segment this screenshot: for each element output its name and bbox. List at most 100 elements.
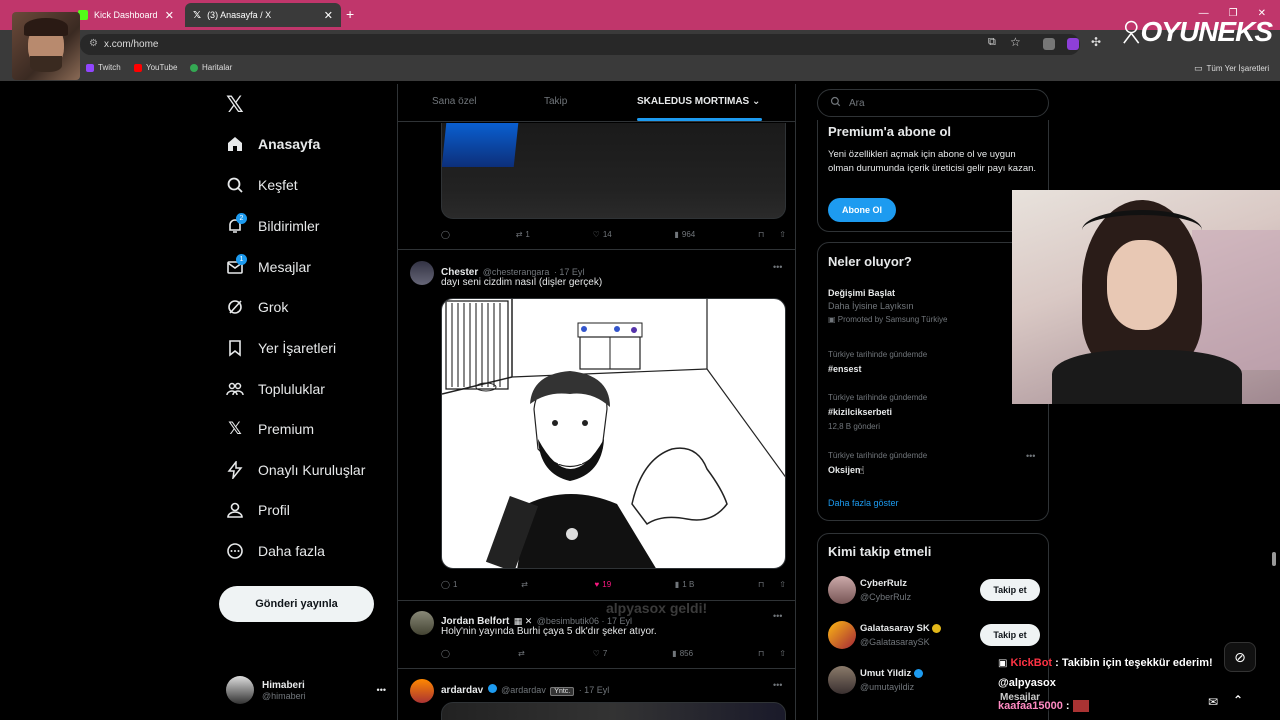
share-icon[interactable]: ⇧ [779, 649, 786, 658]
premium-title: Premium'a abone ol [828, 124, 952, 139]
mascot-icon [1123, 20, 1140, 44]
account-switcher[interactable]: Himaberi @himaberi ••• [226, 672, 386, 708]
nav-item-communities[interactable]: Topluluklar [226, 380, 325, 398]
tab-following[interactable]: Takip [544, 96, 567, 107]
bookmark-youtube[interactable]: YouTube [134, 63, 177, 72]
show-more-link[interactable]: Daha fazla göster [828, 498, 899, 508]
galatasaray-logo-icon [828, 621, 856, 649]
tab-x-home[interactable]: 𝕏 (3) Anasayfa / X ✕ [185, 3, 341, 27]
tweet-date[interactable]: · 17 Eyl [579, 685, 610, 695]
more-icon[interactable]: ••• [1026, 451, 1035, 461]
webcam-guest [1012, 190, 1280, 404]
nav-item-grok[interactable]: Grok [226, 298, 288, 316]
tweet-image[interactable] [441, 123, 786, 219]
all-bookmarks[interactable]: ▭ Tüm Yer İşaretleri [1194, 63, 1269, 74]
bookmark-icon: ⊓ [758, 580, 765, 589]
share-icon[interactable]: ⇧ [779, 230, 786, 239]
avatar[interactable] [410, 261, 434, 285]
more-icon[interactable]: ••• [773, 611, 782, 621]
nav-item-verified-orgs[interactable]: Onaylı Kuruluşlar [226, 461, 365, 479]
tweet-actions: ◯ 1 ⇄ ♥ 19 ▮ 1 B ⊓ ⇧ [441, 580, 786, 589]
subscribe-button[interactable]: Abone Ol [828, 198, 896, 222]
tweet-image[interactable] [441, 298, 786, 569]
tweet-handle[interactable]: @ardardav [501, 685, 546, 695]
follow-suggestion[interactable]: CyberRulz @CyberRulz Takip et [828, 575, 1040, 607]
scrollbar-thumb[interactable] [1272, 552, 1276, 566]
compose-message-icon[interactable]: ✉ [1208, 695, 1218, 709]
more-icon[interactable]: ••• [377, 685, 386, 695]
tab-for-you[interactable]: Sana özel [432, 96, 476, 107]
bookmark-maps[interactable]: Haritalar [190, 63, 232, 72]
views-button[interactable]: ▮ 1 B [675, 580, 694, 589]
bookmark-button[interactable]: ⊓ ⇧ [758, 580, 786, 589]
bookmark-button[interactable]: ⊓ ⇧ [758, 649, 786, 658]
extension-icon[interactable] [1043, 38, 1055, 50]
affiliate-badge: Yntc. [550, 687, 575, 696]
star-icon[interactable]: ☆ [1010, 35, 1021, 49]
nav-item-bookmarks[interactable]: Yer İşaretleri [226, 339, 336, 357]
follow-button[interactable]: Takip et [980, 624, 1040, 646]
tab-label: Kick Dashboard [94, 10, 158, 20]
trend-item[interactable]: Türkiye tarihinde gündemde #ensest [828, 350, 1040, 374]
reply-button[interactable]: ◯ 1 [441, 580, 457, 589]
new-tab-button[interactable]: + [346, 6, 354, 22]
close-icon[interactable]: ✕ [165, 9, 174, 22]
chat-message: kaafaa15000 : [998, 700, 1089, 713]
nav-item-explore[interactable]: Keşfet [226, 176, 298, 194]
trend-item[interactable]: Türkiye tarihinde gündemde #kizilcikserb… [828, 393, 1040, 431]
share-icon[interactable]: ⇧ [779, 580, 786, 589]
url-field[interactable]: ⚙ x.com/home [80, 34, 1080, 55]
heart-filled-icon: ♥ [594, 580, 600, 589]
chevron-up-icon[interactable]: ⌃ [1233, 693, 1243, 707]
puzzle-icon[interactable]: ✣ [1091, 35, 1101, 49]
user-handle: @GalatasaraySK [860, 637, 930, 647]
retweet-button[interactable]: ⇄ [518, 649, 528, 658]
more-icon[interactable]: ••• [773, 262, 782, 272]
views-button[interactable]: ▮ 964 [674, 230, 695, 239]
bookmark-button[interactable]: ⊓ ⇧ [758, 230, 786, 239]
retweet-button[interactable]: ⇄ [521, 580, 531, 589]
search-icon [226, 176, 244, 194]
install-icon[interactable]: ⧉ [988, 36, 996, 49]
nav-item-profile[interactable]: Profil [226, 501, 290, 519]
tweet-handle[interactable]: @besimbutik06 · 17 Eyl [537, 616, 632, 626]
tweet-author[interactable]: ardardav [441, 685, 483, 696]
nav-item-home[interactable]: Anasayfa [226, 135, 320, 153]
tweet-handle[interactable]: @chesterangara [483, 267, 550, 277]
bookmark-label: YouTube [146, 63, 178, 72]
like-button[interactable]: ♡ 7 [593, 649, 608, 658]
close-icon[interactable]: ✕ [324, 9, 333, 22]
reply-button[interactable]: ◯ [441, 649, 453, 658]
promoted-label: Promoted by Samsung Türkiye [837, 315, 948, 324]
x-logo-icon[interactable]: 𝕏 [226, 92, 244, 118]
search-input[interactable]: Ara [817, 89, 1049, 117]
grok-icon[interactable]: ⊘ [1224, 642, 1256, 672]
retweet-button[interactable]: ⇄ 1 [516, 230, 530, 239]
premium-body: Yeni özellikleri açmak için abone ol ve … [828, 149, 1037, 174]
tab-kick-dashboard[interactable]: Kick Dashboard ✕ [70, 3, 182, 27]
site-info-icon[interactable]: ⚙ [89, 38, 98, 49]
nav-item-notifications[interactable]: 2 Bildirimler [226, 213, 319, 235]
bookmark-twitch[interactable]: Twitch [86, 63, 121, 72]
like-count: 7 [602, 649, 608, 658]
post-button[interactable]: Gönderi yayınla [219, 586, 374, 622]
avatar[interactable] [410, 611, 434, 635]
reply-button[interactable]: ◯ [441, 230, 453, 239]
nav-item-more[interactable]: Daha fazla [226, 542, 325, 560]
tweet-image[interactable] [441, 702, 786, 720]
trend-item-promoted[interactable]: Değişimi Başlat Daha İyisine Layıksın ▣ … [828, 288, 1040, 324]
like-button[interactable]: ♡ 14 [593, 230, 612, 239]
nav-item-premium[interactable]: 𝕏 Premium [226, 419, 314, 438]
nav-item-messages[interactable]: 1 Mesajlar [226, 254, 311, 276]
trend-subtitle: Daha İyisine Layıksın [828, 301, 914, 311]
views-button[interactable]: ▮ 856 [672, 649, 693, 658]
follow-button[interactable]: Takip et [980, 579, 1040, 601]
more-icon[interactable]: ••• [773, 680, 782, 690]
tweet-date[interactable]: · 17 Eyl [554, 267, 585, 277]
like-button[interactable]: ♥ 19 [595, 580, 612, 589]
follow-suggestion[interactable]: Galatasaray SK @GalatasaraySK Takip et [828, 620, 1040, 652]
extension-icon[interactable] [1067, 38, 1079, 50]
tab-list[interactable]: SKALEDUS MORTIMAS ⌄ [637, 96, 760, 107]
emoji-icon: ▦ ✕ [513, 616, 533, 626]
avatar[interactable] [410, 679, 434, 703]
